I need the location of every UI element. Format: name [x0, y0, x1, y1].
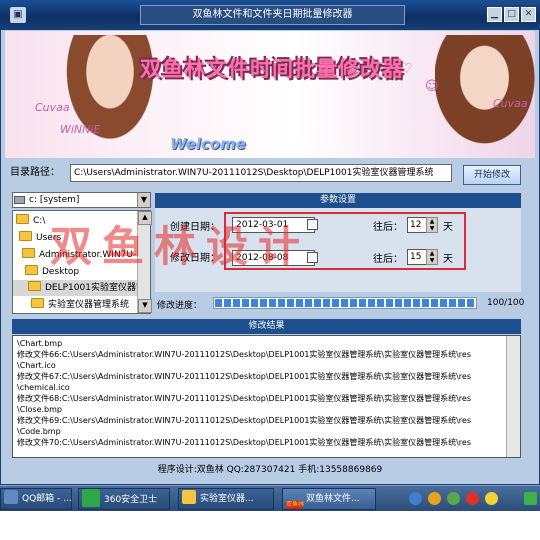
result-line: 修改文件69:C:\Users\Administrator.WIN7U-2011… — [17, 416, 472, 425]
modify-days-input[interactable]: 15 — [407, 249, 428, 265]
folder-open-icon — [22, 248, 35, 258]
result-line: \Chart.bmp — [17, 339, 63, 348]
banner-deco-left2: WiNNiE — [60, 123, 101, 136]
360-shield-icon — [82, 489, 100, 507]
banner-image: Cuvaa WiNNiE Cuvaa ♡ ☺ 双鱼林文件时间批量修改器 — [5, 31, 535, 158]
create-after-label: 往后： — [373, 222, 403, 233]
title-bar[interactable]: ▣ 双鱼林文件和文件夹日期批量修改器 ▁ □ ✕ — [0, 0, 540, 30]
desktop-background — [0, 511, 540, 540]
drive-select[interactable]: c: [system] — [12, 192, 151, 208]
result-line: \chemical.ico — [17, 383, 70, 392]
banner-welcome: Welcome — [170, 135, 246, 153]
tray-chat-icon[interactable] — [466, 492, 479, 505]
watermark: 双鱼林设计 — [50, 222, 311, 271]
modify-unit-label: 天 — [443, 254, 453, 265]
results-scrollbar[interactable] — [506, 336, 520, 457]
taskbar-item-qqmail[interactable]: QQ邮箱 - ... — [0, 488, 72, 510]
tray-security-icon[interactable] — [447, 492, 460, 505]
window-title: 双鱼林文件和文件夹日期批量修改器 — [140, 5, 405, 25]
taskbar-item-folder[interactable]: 实验室仪器... — [178, 488, 274, 510]
progress-value: 100/100 — [487, 298, 525, 308]
folder-open-icon — [25, 265, 38, 275]
banner-title: 双鱼林文件时间批量修改器 — [140, 57, 404, 81]
tree-item-selected[interactable]: DELP1001实验室仪器管 — [13, 280, 150, 296]
drive-icon — [14, 196, 25, 204]
results-header: 修改结果 — [12, 319, 521, 334]
maximize-button[interactable]: □ — [504, 7, 519, 22]
path-label: 目录路径： — [10, 167, 60, 178]
create-days-input[interactable]: 12 — [407, 217, 428, 233]
tray-penguin-icon[interactable] — [485, 492, 498, 505]
footer-credits: 程序设计:双鱼林 QQ:287307421 手机:13558869869 — [157, 465, 383, 475]
app-icon[interactable]: ▣ — [10, 7, 26, 23]
path-input[interactable]: C:\Users\Administrator.WIN7U-20111012S\D… — [70, 164, 452, 182]
create-days-spinner[interactable]: ▲ ▼ — [426, 217, 438, 233]
result-line: 修改文件70:C:\Users\Administrator.WIN7U-2011… — [17, 438, 472, 447]
tray-shield-icon[interactable] — [524, 492, 537, 505]
tree-item[interactable]: 实验室仪器管理系统 — [31, 297, 129, 313]
result-line: \Chart.ico — [17, 361, 56, 370]
qq-mail-icon — [4, 490, 18, 504]
result-line: 修改文件67:C:\Users\Administrator.WIN7U-2011… — [17, 372, 472, 381]
app-badge-icon: 双鱼林 — [286, 501, 304, 509]
close-button[interactable]: ✕ — [521, 7, 536, 22]
tray-network-icon[interactable] — [409, 492, 422, 505]
chevron-down-icon[interactable]: ▼ — [137, 193, 150, 207]
result-line: \Code.bmp — [17, 427, 61, 436]
result-line: 修改文件66:C:\Users\Administrator.WIN7U-2011… — [17, 350, 472, 359]
banner-deco-right: Cuvaa — [493, 97, 528, 110]
progress-fill — [215, 299, 475, 307]
minimize-button[interactable]: ▁ — [487, 7, 502, 22]
tree-item[interactable]: C:\ — [16, 213, 45, 229]
scroll-down-icon[interactable]: ▼ — [138, 299, 152, 313]
tray-qq-icon[interactable] — [428, 492, 441, 505]
folder-open-icon — [28, 281, 41, 291]
result-line: 修改文件68:C:\Users\Administrator.WIN7U-2011… — [17, 394, 472, 403]
folder-open-icon — [31, 298, 44, 308]
progress-bar — [213, 297, 477, 309]
params-header: 参数设置 — [155, 193, 521, 208]
create-unit-label: 天 — [443, 222, 453, 233]
banner-photo-right — [435, 35, 535, 157]
result-line: \Close.bmp — [17, 405, 62, 414]
banner-deco-left: Cuvaa — [35, 101, 70, 114]
taskbar-item-360[interactable]: 360安全卫士 — [78, 488, 170, 510]
modify-days-spinner[interactable]: ▲ ▼ — [426, 249, 438, 265]
modify-after-label: 往后： — [373, 254, 403, 265]
taskbar-item-app[interactable]: 双鱼林双鱼林文件... — [282, 488, 376, 510]
folder-icon — [182, 490, 196, 504]
progress-label: 修改进度： — [157, 301, 203, 311]
folder-open-icon — [19, 231, 32, 241]
results-log[interactable]: \Chart.bmp 修改文件66:C:\Users\Administrator… — [12, 335, 521, 458]
folder-open-icon — [16, 214, 29, 224]
start-modify-button[interactable]: 开始修改 — [463, 165, 521, 185]
